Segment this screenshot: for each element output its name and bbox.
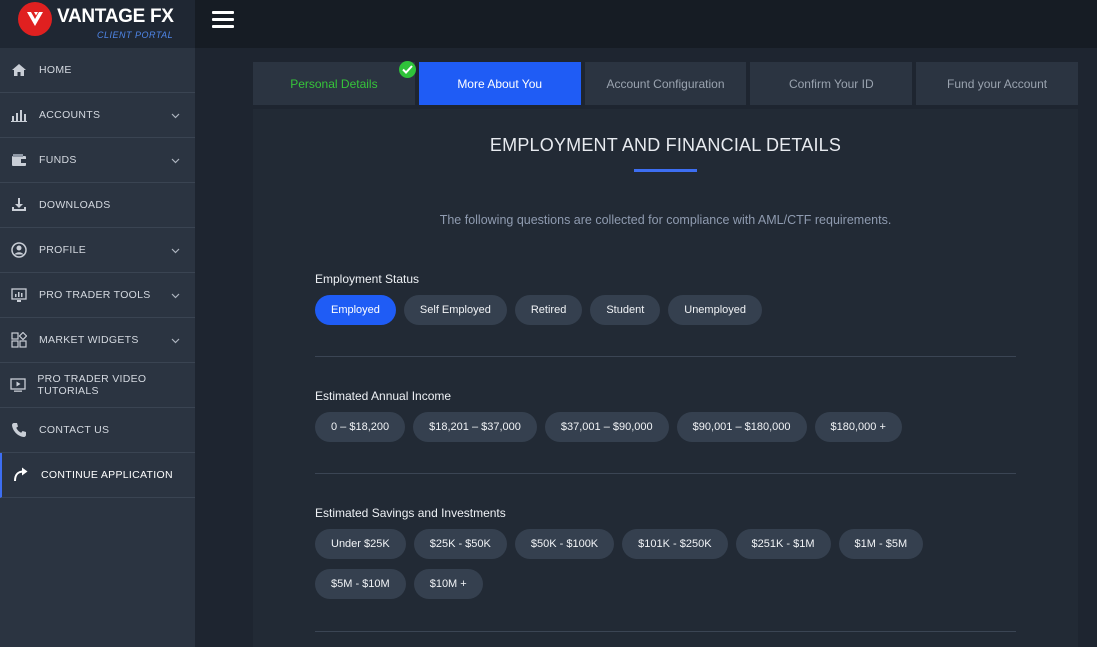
- chevron-down-icon: [171, 155, 180, 167]
- user-icon: [10, 241, 28, 259]
- chevron-down-icon: [171, 290, 180, 302]
- tab-personal-details[interactable]: Personal Details: [253, 61, 416, 105]
- redo-arrow-icon: [12, 466, 30, 484]
- page-title: EMPLOYMENT AND FINANCIAL DETAILS: [489, 135, 842, 155]
- sidebar-item-label: HOME: [39, 64, 72, 76]
- employment-status-options: Employed Self Employed Retired Student Unemp…: [315, 295, 1016, 325]
- sidebar-item-downloads[interactable]: DOWNLOADS: [0, 183, 195, 228]
- option-button[interactable]: $5M - $10M: [315, 569, 406, 599]
- sidebar-item-home[interactable]: HOME: [0, 48, 195, 93]
- sidebar-item-label: PRO TRADER TOOLS: [39, 289, 151, 301]
- bar-chart-icon: [10, 106, 28, 124]
- sidebar-nav: HOME ACCOUNTS FUNDS DOWNLOADS PROFILE PRO TRA…: [0, 48, 195, 498]
- chevron-down-icon: [171, 245, 180, 257]
- top-bar: [195, 0, 1097, 48]
- phone-icon: [10, 421, 28, 439]
- sidebar-item-label: CONTACT US: [39, 424, 110, 436]
- menu-toggle-icon[interactable]: [212, 11, 234, 29]
- sidebar-item-label: PRO TRADER VIDEO TUTORIALS: [37, 373, 147, 397]
- option-button[interactable]: $10M +: [413, 569, 483, 599]
- tab-more-about-you[interactable]: More About You: [418, 62, 581, 105]
- brand-logo[interactable]: VANTAGE FX CLIENT PORTAL: [0, 0, 195, 48]
- annual-income-section: Estimated Annual Income 0 – $18,200 $18,2…: [315, 389, 1016, 442]
- option-button[interactable]: Student: [590, 295, 661, 325]
- option-button[interactable]: Self Employed: [403, 295, 507, 325]
- title-underline: [634, 169, 697, 172]
- sidebar-item-market-widgets[interactable]: MARKET WIDGETS: [0, 318, 195, 363]
- tab-label: More About You: [457, 76, 543, 91]
- option-button[interactable]: $251K - $1M: [735, 529, 831, 559]
- option-button[interactable]: 0 – $18,200: [315, 412, 406, 442]
- option-button[interactable]: $50K - $100K: [514, 529, 615, 559]
- tab-label: Account Configuration: [606, 76, 725, 91]
- option-button[interactable]: $18,201 – $37,000: [413, 412, 537, 442]
- option-button[interactable]: Employed: [315, 295, 396, 325]
- option-button[interactable]: $37,001 – $90,000: [544, 412, 669, 442]
- divider: [315, 631, 1016, 632]
- section-label: Estimated Savings and Investments: [315, 506, 506, 520]
- brand-name: VANTAGE FX: [57, 6, 174, 27]
- form-panel: EMPLOYMENT AND FINANCIAL DETAILS The fol…: [253, 109, 1078, 647]
- monitor-chart-icon: [10, 286, 28, 304]
- section-label: Estimated Annual Income: [315, 389, 452, 403]
- chevron-down-icon: [171, 335, 180, 347]
- option-button[interactable]: Under $25K: [315, 529, 406, 559]
- brand-subtitle: CLIENT PORTAL: [97, 30, 174, 40]
- sidebar-item-pro-trader-video-tutorials[interactable]: PRO TRADER VIDEO TUTORIALS: [0, 363, 195, 408]
- tab-label: Personal Details: [290, 76, 378, 91]
- checkmark-icon: [398, 61, 416, 78]
- sidebar-item-label: MARKET WIDGETS: [39, 334, 139, 346]
- sidebar: VANTAGE FX CLIENT PORTAL HOME ACCOUNTS FUN…: [0, 0, 195, 647]
- option-button[interactable]: $25K - $50K: [413, 529, 507, 559]
- download-icon: [10, 196, 28, 214]
- sidebar-item-label: CONTINUE APPLICATION: [41, 469, 173, 481]
- divider: [315, 356, 1016, 357]
- option-button[interactable]: $101K - $250K: [622, 529, 728, 559]
- sidebar-item-label: ACCOUNTS: [39, 109, 101, 121]
- option-button[interactable]: Unemployed: [668, 295, 763, 325]
- sidebar-item-label: PROFILE: [39, 244, 87, 256]
- home-icon: [10, 61, 28, 79]
- tab-fund-your-account[interactable]: Fund your Account: [916, 62, 1078, 105]
- tab-confirm-your-id[interactable]: Confirm Your ID: [750, 62, 913, 105]
- chevron-down-icon: [171, 110, 180, 122]
- video-icon: [10, 376, 26, 394]
- intro-text: The following questions are collected fo…: [439, 213, 892, 227]
- sidebar-item-label: DOWNLOADS: [39, 199, 111, 211]
- option-button[interactable]: Retired: [514, 295, 583, 325]
- option-button[interactable]: $90,001 – $180,000: [676, 412, 807, 442]
- savings-investments-section: Estimated Savings and Investments Under …: [315, 506, 1016, 599]
- section-label: Employment Status: [315, 272, 420, 286]
- sidebar-item-label: FUNDS: [39, 154, 77, 166]
- sidebar-item-accounts[interactable]: ACCOUNTS: [0, 93, 195, 138]
- annual-income-options: 0 – $18,200 $18,201 – $37,000 $37,001 – $9…: [315, 412, 1016, 442]
- vantage-logo-icon: [18, 2, 52, 36]
- widgets-icon: [10, 331, 28, 349]
- tab-label: Confirm Your ID: [788, 76, 874, 91]
- sidebar-item-pro-trader-tools[interactable]: PRO TRADER TOOLS: [0, 273, 195, 318]
- tab-label: Fund your Account: [947, 76, 1048, 91]
- employment-status-section: Employment Status Employed Self Employed R…: [315, 272, 1016, 325]
- wallet-icon: [10, 151, 28, 169]
- divider: [315, 473, 1016, 474]
- sidebar-item-profile[interactable]: PROFILE: [0, 228, 195, 273]
- sidebar-item-contact-us[interactable]: CONTACT US: [0, 408, 195, 453]
- option-button[interactable]: $180,000 +: [814, 412, 902, 442]
- tab-account-configuration[interactable]: Account Configuration: [584, 62, 747, 105]
- savings-investments-options: Under $25K $25K - $50K $50K - $100K $101K -…: [315, 529, 1016, 599]
- sidebar-item-funds[interactable]: FUNDS: [0, 138, 195, 183]
- sidebar-item-continue-application[interactable]: CONTINUE APPLICATION: [0, 453, 195, 498]
- step-tabs: Personal Details More About You Account Co…: [253, 61, 1078, 105]
- option-button[interactable]: $1M - $5M: [838, 529, 924, 559]
